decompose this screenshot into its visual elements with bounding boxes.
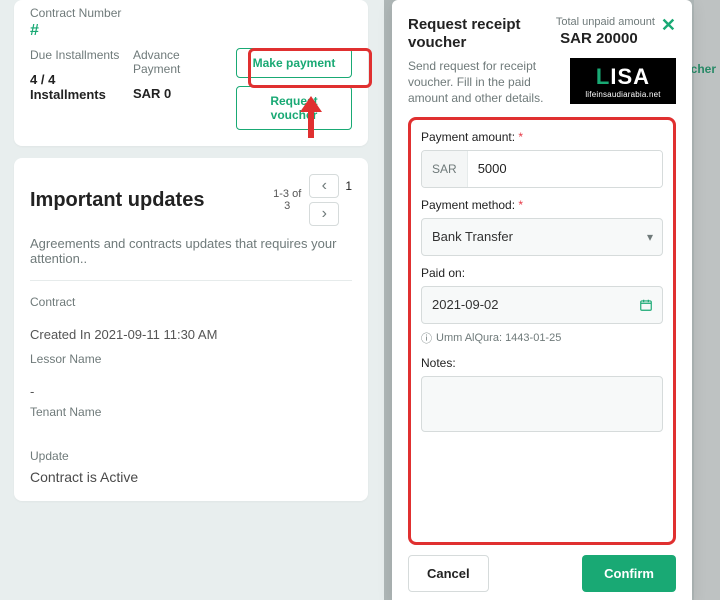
payment-method-label: Payment method: * <box>421 198 663 212</box>
contract-number-value: # <box>30 22 352 40</box>
due-label: Due Installments <box>30 48 127 62</box>
tenant-label: Tenant Name <box>30 405 352 419</box>
contract-number-label: Contract Number <box>30 6 352 20</box>
pager-prev-button[interactable]: ‹ <box>309 174 339 198</box>
annotation-arrow <box>300 96 322 142</box>
created-in: Created In 2021-09-11 11:30 AM <box>30 327 352 342</box>
payment-method-select[interactable] <box>421 218 663 256</box>
pager-next-button[interactable]: › <box>309 202 339 226</box>
close-icon[interactable]: ✕ <box>661 16 676 52</box>
paid-on-input[interactable] <box>421 286 663 324</box>
important-updates-card: Important updates 1-3 of 3 ‹ 1 › Agreeme… <box>14 158 368 501</box>
update-value: Contract is Active <box>30 469 352 485</box>
lessor-value: - <box>30 384 352 399</box>
total-unpaid-value: SAR 20000 <box>543 30 655 47</box>
modal-description: Send request for receipt voucher. Fill i… <box>408 58 560 107</box>
modal-title: Request receipt voucher <box>408 16 537 52</box>
annotation-form-box: Payment amount: * SAR Payment method: * … <box>408 117 676 545</box>
currency-prefix: SAR <box>422 151 468 187</box>
cancel-button[interactable]: Cancel <box>408 555 489 592</box>
update-label: Update <box>30 449 352 463</box>
contract-label: Contract <box>30 295 352 309</box>
pager-current: 1 <box>345 179 352 193</box>
confirm-button[interactable]: Confirm <box>582 555 676 592</box>
payment-amount-label: Payment amount: * <box>421 130 663 144</box>
hijri-date-hint: Umm AlQura: 1443-01-25 <box>436 332 561 344</box>
make-payment-button[interactable]: Make payment <box>236 48 352 78</box>
request-voucher-button[interactable]: Request voucher <box>236 86 352 130</box>
request-voucher-modal: Request receipt voucher Total unpaid amo… <box>392 0 692 600</box>
advance-label: Advance Payment <box>133 48 230 76</box>
paid-on-label: Paid on: <box>421 266 663 280</box>
lessor-label: Lessor Name <box>30 352 352 366</box>
payment-amount-input[interactable] <box>468 151 663 187</box>
notes-textarea[interactable] <box>421 376 663 432</box>
chevron-right-icon: › <box>322 205 327 223</box>
info-icon: ⓘ <box>421 330 432 346</box>
pager-range: 1-3 of 3 <box>273 188 301 212</box>
updates-title: Important updates <box>30 189 265 212</box>
notes-label: Notes: <box>421 356 663 370</box>
due-value: 4 / 4 Installments <box>30 72 127 102</box>
advance-value: SAR 0 <box>133 86 230 101</box>
chevron-left-icon: ‹ <box>322 177 327 195</box>
updates-subtitle: Agreements and contracts updates that re… <box>30 236 352 266</box>
total-unpaid-label: Total unpaid amount <box>543 16 655 28</box>
lisa-logo: LISA lifeinsaudiarabia.net <box>570 58 676 104</box>
